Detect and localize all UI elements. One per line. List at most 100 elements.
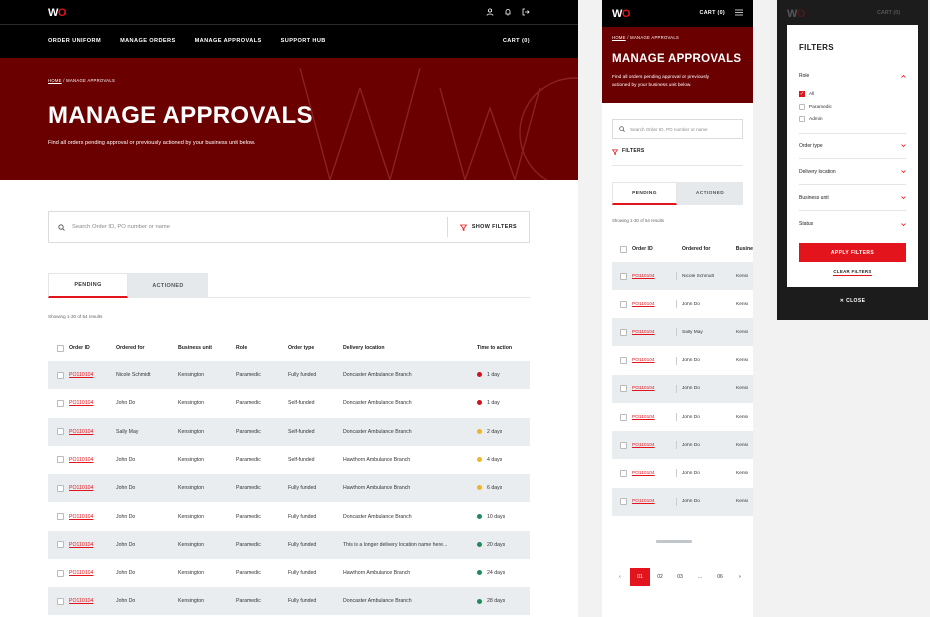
filter-delivery-location[interactable]: Delivery location — [799, 159, 906, 185]
cart-link[interactable]: CART (0) — [503, 38, 530, 44]
row-checkbox[interactable] — [57, 484, 64, 492]
mobile-tab-pending[interactable]: PENDING — [612, 182, 677, 205]
order-id-link[interactable]: PO110104 — [69, 457, 116, 463]
close-filters-button[interactable]: ✕ CLOSE — [777, 298, 928, 304]
show-filters-button[interactable]: SHOW FILTERS — [446, 217, 529, 237]
mobile-col-order-id[interactable]: Order ID — [632, 246, 682, 252]
page-3[interactable]: 03 — [670, 568, 690, 586]
apply-filters-button[interactable]: APPLY FILTERS — [799, 243, 906, 262]
filter-order-type[interactable]: Order type — [799, 133, 906, 159]
breadcrumb-home[interactable]: HOME — [48, 78, 62, 83]
tab-actioned[interactable]: ACTIONED — [128, 273, 208, 298]
mobile-col-business-unit[interactable]: Busine — [736, 246, 753, 252]
mobile-col-ordered-for[interactable]: Ordered for — [682, 246, 736, 252]
search-input[interactable]: Search Order ID, PO number or name — [72, 224, 170, 230]
page-6[interactable]: 06 — [710, 568, 730, 586]
table-row[interactable]: PO110104 Sally May Kensington Paramedic Self… — [48, 417, 530, 446]
col-role[interactable]: Role — [236, 345, 288, 351]
filter-status[interactable]: Status — [799, 211, 906, 237]
mobile-tab-actioned[interactable]: ACTIONED — [677, 182, 743, 205]
role-option-paramedic[interactable]: Paramedic — [799, 104, 832, 110]
table-row[interactable]: PO110104 John Do Kensington Paramedic Fully … — [48, 559, 530, 587]
order-id-link[interactable]: PO110104 — [69, 372, 116, 378]
row-checkbox[interactable] — [620, 385, 627, 393]
user-icon[interactable] — [486, 8, 494, 16]
row-checkbox[interactable] — [57, 513, 64, 520]
table-row[interactable]: PO110104 John Do Kensi — [612, 347, 753, 375]
order-id-link[interactable]: PO110104 — [69, 429, 116, 435]
row-checkbox[interactable] — [57, 597, 64, 605]
nav-manage-orders[interactable]: MANAGE ORDERS — [120, 38, 176, 44]
table-row[interactable]: PO110104 John Do Kensi — [612, 459, 753, 487]
col-ordered-for[interactable]: Ordered for — [116, 345, 178, 351]
logout-icon[interactable] — [522, 8, 530, 16]
table-row[interactable]: PO110104 John Do Kensington Paramedic Fully … — [48, 530, 530, 559]
row-checkbox[interactable] — [620, 328, 627, 336]
table-row[interactable]: PO110104 John Do Kensi — [612, 374, 753, 403]
breadcrumb-home[interactable]: HOME — [612, 35, 626, 40]
row-checkbox[interactable] — [57, 371, 64, 379]
nav-manage-approvals[interactable]: MANAGE APPROVALS — [195, 38, 262, 44]
col-order-id[interactable]: Order ID — [69, 345, 116, 351]
table-row[interactable]: PO110104 Sally May Kensi — [612, 318, 753, 347]
row-checkbox[interactable] — [620, 413, 627, 421]
row-checkbox[interactable] — [620, 469, 627, 477]
page-prev-icon[interactable]: ‹ — [610, 568, 630, 586]
table-row[interactable]: PO110104 John Do Kensington Paramedic Self-f… — [48, 446, 530, 474]
role-paramedic-checkbox[interactable] — [799, 104, 805, 110]
col-time-to-action[interactable]: Time to action — [477, 345, 512, 351]
order-id-link[interactable]: PO110104 — [69, 400, 116, 406]
table-row[interactable]: PO110104 John Do Kensington Paramedic Fully … — [48, 503, 530, 531]
row-checkbox[interactable] — [620, 357, 627, 365]
horizontal-scrollbar[interactable] — [656, 540, 692, 543]
mobile-select-all-checkbox[interactable] — [620, 245, 627, 253]
filter-business-unit[interactable]: Business unit — [799, 185, 906, 211]
order-id-link[interactable]: PO110104 — [632, 302, 676, 307]
col-business-unit[interactable]: Business unit — [178, 345, 236, 351]
order-id-link[interactable]: PO110104 — [632, 274, 676, 279]
order-id-link[interactable]: PO110104 — [69, 570, 116, 576]
page-next-icon[interactable]: › — [730, 568, 750, 586]
order-id-link[interactable]: PO110104 — [632, 499, 676, 504]
row-checkbox[interactable] — [57, 428, 64, 436]
checkbox-checked-icon[interactable]: ✓ — [799, 91, 805, 97]
clear-filters-link[interactable]: CLEAR FILTERS — [787, 269, 918, 276]
role-admin-checkbox[interactable] — [799, 116, 805, 122]
order-id-link[interactable]: PO110104 — [632, 386, 676, 391]
page-2[interactable]: 02 — [650, 568, 670, 586]
select-all-checkbox[interactable] — [57, 344, 64, 352]
order-id-link[interactable]: PO110104 — [69, 598, 116, 604]
table-row[interactable]: PO110104 Nicole Schmidt Kensi — [612, 262, 753, 290]
row-checkbox[interactable] — [57, 541, 64, 549]
menu-icon[interactable] — [735, 9, 743, 16]
order-id-link[interactable]: PO110104 — [632, 358, 676, 363]
order-id-link[interactable]: PO110104 — [632, 415, 676, 420]
row-checkbox[interactable] — [57, 399, 64, 407]
role-option-admin[interactable]: Admin — [799, 116, 823, 122]
mobile-cart-link[interactable]: CART (0) — [700, 10, 725, 16]
row-checkbox[interactable] — [620, 300, 627, 308]
order-id-link[interactable]: PO110104 — [69, 542, 116, 548]
brand-logo[interactable]: WO — [48, 7, 66, 19]
nav-order-uniform[interactable]: ORDER UNIFORM — [48, 38, 101, 44]
bell-icon[interactable] — [504, 8, 512, 16]
col-delivery-location[interactable]: Delivery location — [343, 345, 477, 351]
order-id-link[interactable]: PO110104 — [69, 485, 116, 491]
mobile-search-input[interactable]: Search Order ID, PO number or name — [630, 127, 708, 132]
table-row[interactable]: PO110104 John Do Kensington Paramedic Fully … — [48, 474, 530, 503]
mobile-filters-button[interactable]: FILTERS — [612, 148, 743, 166]
table-row[interactable]: PO110104 Nicole Schmidt Kensington Paramedi… — [48, 361, 530, 389]
row-checkbox[interactable] — [57, 569, 64, 577]
page-1[interactable]: 01 — [630, 568, 650, 586]
col-order-type[interactable]: Order type — [288, 345, 343, 351]
row-checkbox[interactable] — [57, 456, 64, 464]
table-row[interactable]: PO110104 John Do Kensington Paramedic Self-f… — [48, 389, 530, 417]
row-checkbox[interactable] — [620, 498, 627, 506]
order-id-link[interactable]: PO110104 — [632, 443, 676, 448]
table-row[interactable]: PO110104 John Do Kensi — [612, 487, 753, 516]
order-id-link[interactable]: PO110104 — [632, 330, 676, 335]
order-id-link[interactable]: PO110104 — [632, 471, 676, 476]
table-row[interactable]: PO110104 John Do Kensi — [612, 431, 753, 460]
row-checkbox[interactable] — [620, 272, 627, 280]
mobile-brand-logo[interactable]: WO — [612, 8, 630, 20]
